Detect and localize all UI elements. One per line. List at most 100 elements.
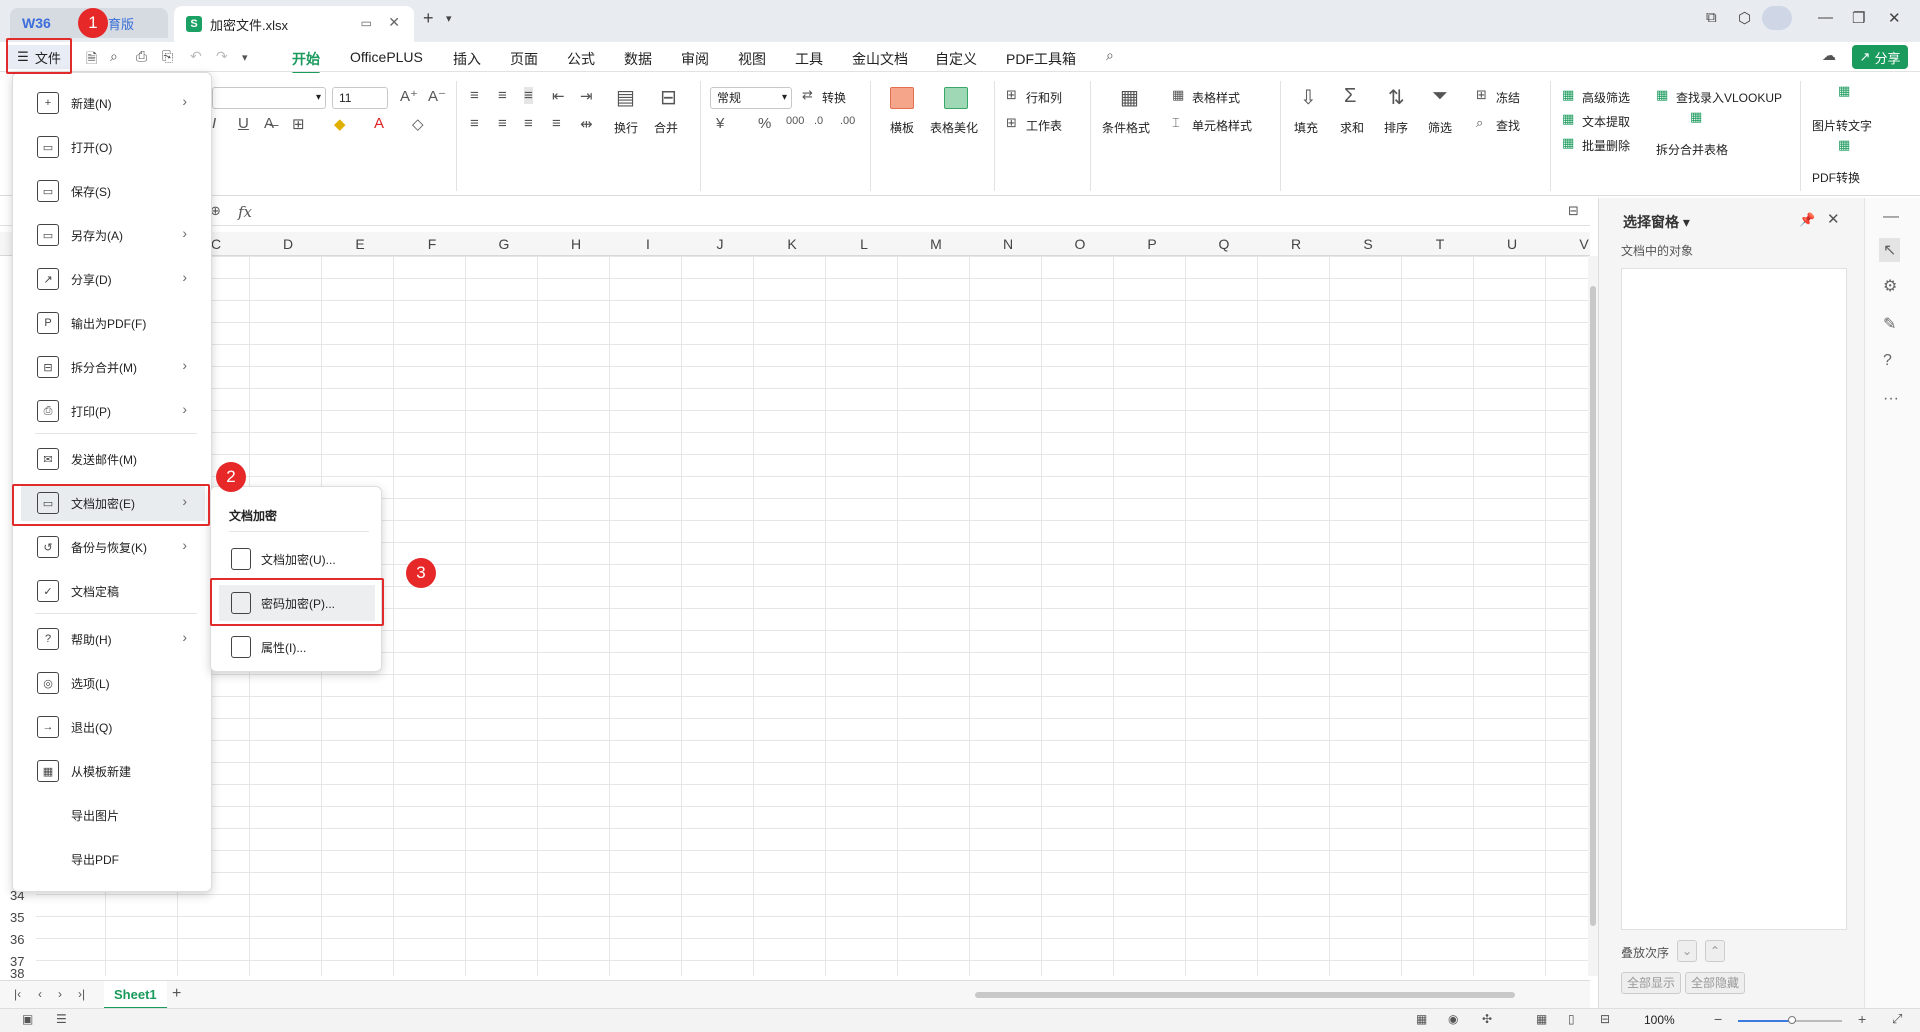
share-button[interactable]: ↗ 分享 <box>1852 45 1908 69</box>
page-break-icon[interactable]: ⊟ <box>1600 1012 1610 1026</box>
cell-style-label[interactable]: 单元格样式 <box>1192 117 1252 134</box>
selection-pane-title[interactable]: 选择窗格 ▾ <box>1623 212 1690 232</box>
prev-sheet-icon[interactable]: ‹ <box>38 987 42 1001</box>
zoom-slider-handle[interactable] <box>1788 1016 1796 1024</box>
search-icon[interactable]: ⌕ <box>1106 47 1114 64</box>
filter-label[interactable]: 筛选 <box>1428 119 1452 136</box>
font-name-select[interactable]: ▾ <box>212 87 326 109</box>
sum-label[interactable]: 求和 <box>1340 119 1364 136</box>
table-style-icon[interactable]: ▦ <box>1172 87 1184 103</box>
column-header-cell[interactable]: D <box>252 236 324 252</box>
column-header-cell[interactable]: J <box>684 236 756 252</box>
italic-icon[interactable]: I <box>212 115 216 132</box>
align-center-icon[interactable]: ≡ <box>498 115 507 132</box>
file-menu-item[interactable]: 导出PDF <box>21 841 205 877</box>
underline-icon[interactable]: U <box>238 115 249 132</box>
file-menu-item[interactable]: ▭ 保存(S) <box>21 173 205 209</box>
align-right-icon[interactable]: ≡ <box>524 115 533 132</box>
column-header-cell[interactable]: Q <box>1188 236 1260 252</box>
column-header-cell[interactable]: U <box>1476 236 1548 252</box>
zoom-in-icon[interactable]: + <box>1858 1011 1866 1027</box>
file-menu-item[interactable]: ▦ 从模板新建 <box>21 753 205 789</box>
restore-icon[interactable]: ❐ <box>1852 9 1865 27</box>
page-view-icon[interactable]: ▯ <box>1568 1012 1575 1026</box>
cell-style-icon[interactable]: ⌶ <box>1172 115 1180 131</box>
tab-home[interactable]: 开始 <box>292 49 320 75</box>
indent-increase-icon[interactable]: ⇥ <box>580 87 593 105</box>
redo-icon[interactable]: ↷ <box>216 48 228 65</box>
template-icon[interactable] <box>890 87 914 109</box>
avatar[interactable] <box>1762 6 1792 30</box>
align-left-icon[interactable]: ≡ <box>470 115 479 132</box>
macro-icon[interactable]: ▣ <box>22 1012 33 1026</box>
row-number[interactable]: 36 <box>10 932 24 947</box>
decrease-font-icon[interactable]: A⁻ <box>428 87 446 105</box>
justify-icon[interactable]: ≡ <box>552 115 561 132</box>
freeze-icon[interactable]: ⊞ <box>1476 87 1487 103</box>
show-all-button[interactable]: 全部显示 <box>1621 972 1682 994</box>
split-merge-icon[interactable]: ▦ <box>1690 109 1702 125</box>
tab-pdf-toolbox[interactable]: PDF工具箱 <box>1006 49 1076 69</box>
sort-label[interactable]: 排序 <box>1384 119 1408 136</box>
convert-icon[interactable]: ⇄ <box>802 87 813 103</box>
advanced-filter-icon[interactable]: ▦ <box>1562 87 1574 103</box>
normal-view-icon[interactable]: ▦ <box>1536 1012 1547 1026</box>
zoom-slider[interactable] <box>1738 1016 1842 1024</box>
pin-icon[interactable]: 📌 <box>1799 212 1815 228</box>
filter-icon[interactable]: ⏷ <box>1432 85 1448 108</box>
first-sheet-icon[interactable]: |‹ <box>14 987 21 1001</box>
fill-color-icon[interactable]: ◆ <box>334 115 346 133</box>
freeze-label[interactable]: 冻结 <box>1496 89 1520 106</box>
move-down-button[interactable]: ⌄ <box>1677 940 1698 962</box>
undo-icon[interactable]: ↶ <box>190 48 202 65</box>
column-header-cell[interactable]: K <box>756 236 828 252</box>
worksheet-icon[interactable]: ⊞ <box>1006 115 1017 131</box>
worksheet-label[interactable]: 工作表 <box>1026 117 1062 134</box>
font-color-icon[interactable]: A <box>374 115 384 132</box>
find-label[interactable]: 查找 <box>1496 117 1520 134</box>
file-menu-item[interactable]: ⎙ 打印(P) › <box>21 393 205 429</box>
table-beautify-label[interactable]: 表格美化 <box>930 119 978 136</box>
table-view-icon[interactable]: ▦ <box>1416 1012 1427 1026</box>
tab-tools[interactable]: 工具 <box>795 49 823 69</box>
save-icon[interactable]: 🗎 <box>86 48 97 72</box>
file-menu-item[interactable]: ✓ 文档定稿 <box>21 573 205 609</box>
file-menu-item[interactable]: + 新建(N) › <box>21 85 205 121</box>
column-header-cell[interactable]: F <box>396 236 468 252</box>
wrap-text-label[interactable]: 换行 <box>614 119 638 136</box>
file-menu-item[interactable]: ▭ 打开(O) <box>21 129 205 165</box>
batch-delete-label[interactable]: 批量删除 <box>1582 137 1630 154</box>
table-style-label[interactable]: 表格样式 <box>1192 89 1240 106</box>
indent-decrease-icon[interactable]: ⇤ <box>552 87 565 105</box>
picture-to-text-icon[interactable]: ▦ <box>1838 83 1850 99</box>
monitor-icon[interactable]: ▭ <box>361 16 372 30</box>
eye-icon[interactable]: ◉ <box>1448 1012 1458 1026</box>
minimize-icon[interactable]: — <box>1818 9 1833 26</box>
objects-list[interactable] <box>1621 268 1847 930</box>
expand-formula-icon[interactable]: ⊟ <box>1568 203 1579 219</box>
pdf-convert-label[interactable]: PDF转换 <box>1812 169 1860 186</box>
table-beautify-icon[interactable] <box>944 87 968 109</box>
fill-label[interactable]: 填充 <box>1294 119 1318 136</box>
file-menu-item[interactable]: ◎ 选项(L) <box>21 665 205 701</box>
collapse-icon[interactable]: — <box>1883 208 1899 226</box>
window-layout-icon[interactable]: ⧉ <box>1706 9 1717 26</box>
close-tab-icon[interactable]: ✕ <box>388 14 400 31</box>
next-sheet-icon[interactable]: › <box>58 987 62 1001</box>
pdf-convert-icon[interactable]: ▦ <box>1838 137 1850 153</box>
chevron-down-icon[interactable]: ▾ <box>242 51 248 64</box>
column-header-cell[interactable]: H <box>540 236 612 252</box>
column-header-cell[interactable]: R <box>1260 236 1332 252</box>
submenu-properties[interactable]: 属性(I)... <box>219 629 375 665</box>
select-cursor-icon[interactable]: ↖ <box>1879 238 1901 262</box>
chevron-down-icon[interactable]: ▾ <box>446 12 452 25</box>
tab-formula[interactable]: 公式 <box>567 49 595 69</box>
decrease-decimal-icon[interactable]: .00 <box>840 115 855 127</box>
fx-icon[interactable]: fx <box>238 203 252 221</box>
number-format-select[interactable]: 常规 ▾ <box>710 87 792 109</box>
font-size-select[interactable]: 11 <box>332 87 388 109</box>
column-header-cell[interactable]: P <box>1116 236 1188 252</box>
convert-label[interactable]: 转换 <box>822 89 846 106</box>
thousands-icon[interactable]: 000 <box>786 115 804 127</box>
batch-delete-icon[interactable]: ▦ <box>1562 135 1574 151</box>
